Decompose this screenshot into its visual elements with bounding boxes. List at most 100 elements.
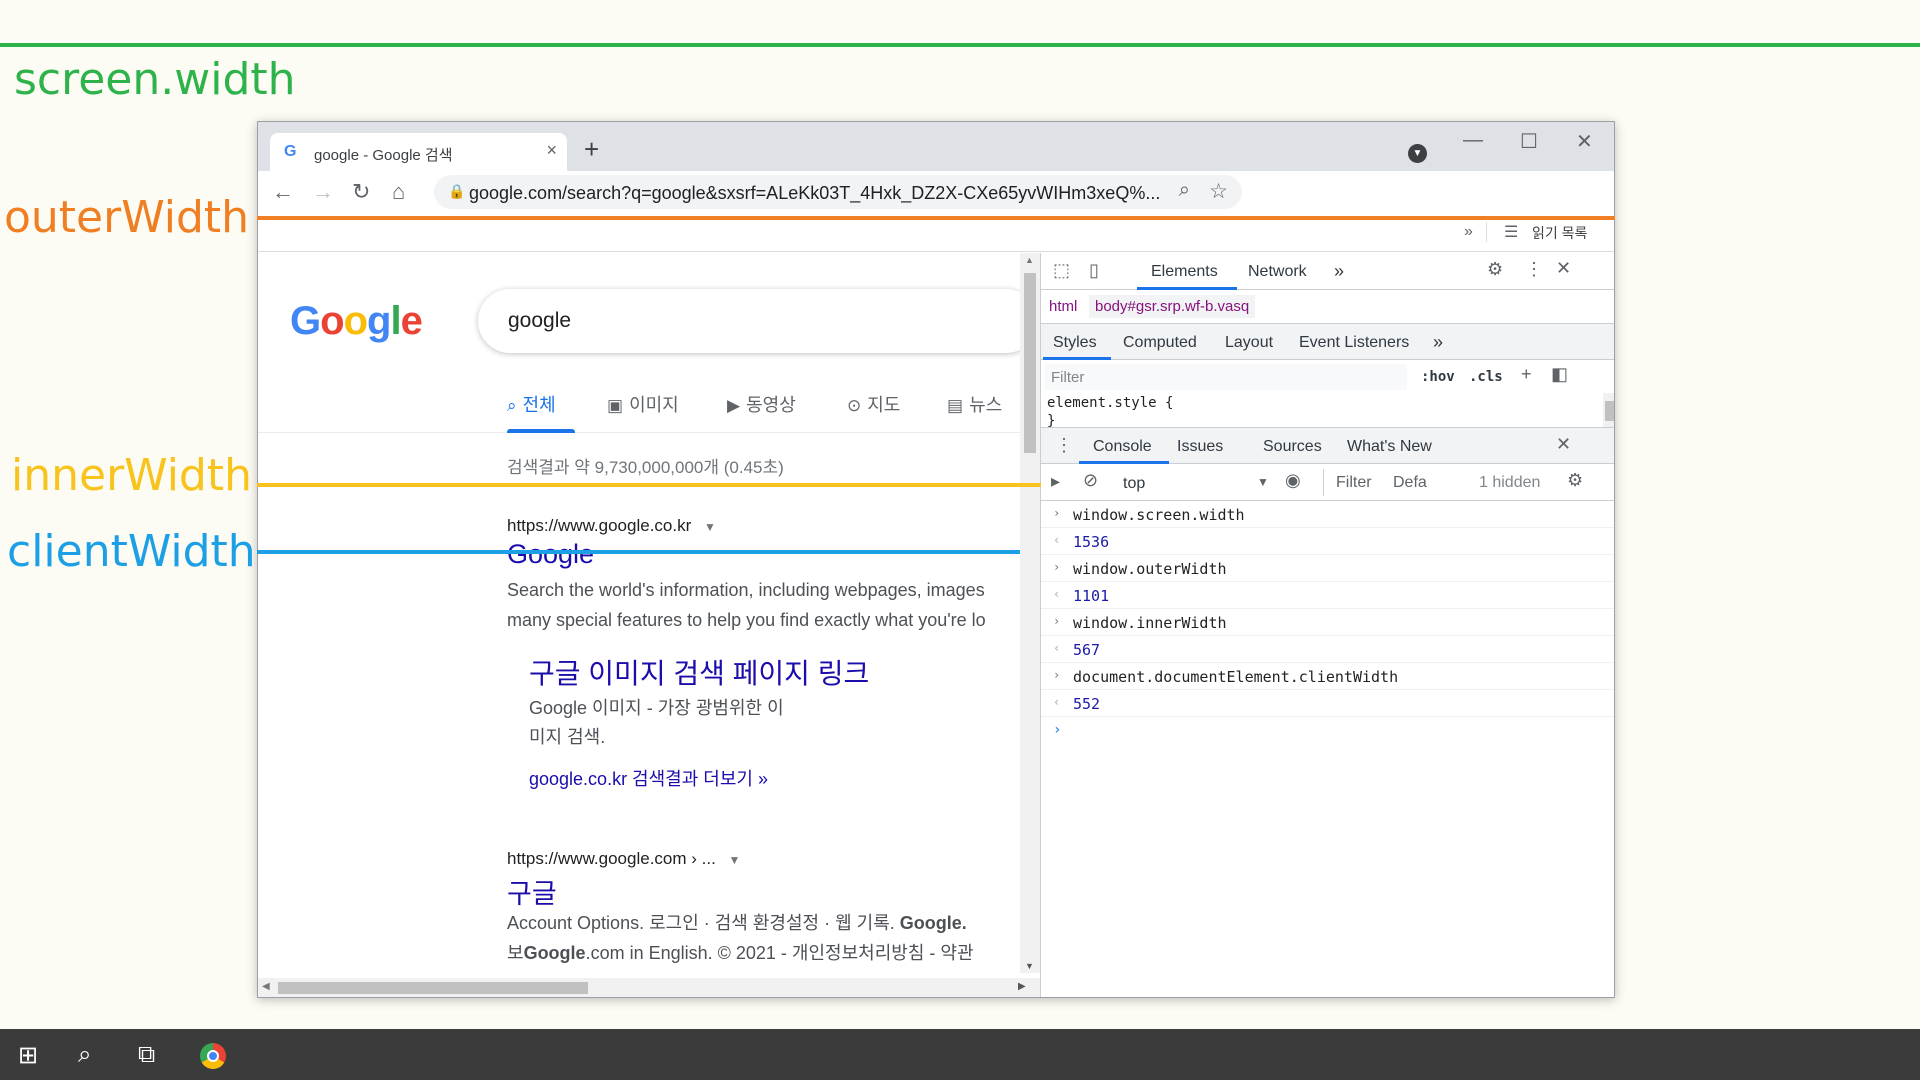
filter-placeholder: Filter [1051,369,1085,386]
screen-width-label: screen.width [14,54,296,105]
caret-down-icon[interactable]: ▼ [704,520,716,534]
result-title[interactable]: 구글 [507,872,557,911]
tab-videos[interactable]: ▶ 동영상 [727,391,796,417]
chevron-down-icon[interactable]: ▼ [1408,144,1427,163]
add-rule-icon[interactable]: + [1521,364,1532,385]
console-input-line: › window.innerWidth [1041,609,1614,636]
tab-layout[interactable]: Layout [1225,334,1273,352]
console-result-line: ‹ 1101 [1041,582,1614,609]
tab-maps[interactable]: ⊙ 지도 [847,391,900,417]
toggle-sidebar-icon[interactable]: ◧ [1551,364,1568,385]
bookmark-separator [1486,222,1487,242]
devtools-panel: ⬚ ▯ Elements Network » ⚙ ⋮ ✕ html body#g… [1040,253,1614,997]
logo-letter: G [290,299,321,343]
more-results-link[interactable]: google.co.kr 검색결과 더보기 » [529,765,768,791]
drawer-tabs: ⋮ Console Issues Sources What's New ✕ [1041,428,1614,464]
console-prompt[interactable]: › [1041,717,1614,744]
crumb-body[interactable]: body#gsr.srp.wf-b.vasq [1089,295,1256,318]
tab-label: 동영상 [746,395,796,415]
client-width-label: clientWidth [7,526,256,577]
new-tab-icon[interactable]: + [584,134,599,165]
logo-letter: l [390,299,401,343]
maximize-icon[interactable]: ☐ [1520,129,1538,154]
windows-start-icon[interactable]: ⊞ [18,1041,38,1070]
zoom-icon[interactable]: ⌕ [1179,179,1190,202]
console-text: 552 [1073,695,1101,713]
tab-console[interactable]: Console [1093,438,1152,456]
close-drawer-icon[interactable]: ✕ [1556,434,1571,455]
close-window-icon[interactable]: ✕ [1576,129,1593,154]
tab-styles[interactable]: Styles [1053,334,1097,352]
tab-news[interactable]: ▤ 뉴스 [947,391,1002,417]
tab-sources[interactable]: Sources [1263,438,1322,456]
show-sidebar-icon[interactable]: ▸ [1051,471,1060,492]
tab-issues[interactable]: Issues [1177,438,1223,456]
element-style-rule[interactable]: element.style { [1047,395,1173,411]
browser-toolbar: ← → ↻ ⌂ 🔒 google.com/search?q=google&sxs… [258,171,1614,214]
crumb-html[interactable]: html [1049,298,1077,315]
console-text: 567 [1073,641,1101,659]
close-icon[interactable]: × [546,140,557,161]
reading-list-icon[interactable]: ☰ [1504,222,1518,242]
gear-icon[interactable]: ⚙ [1487,259,1503,280]
log-levels-dropdown[interactable]: Defa [1393,474,1427,492]
console-result-line: ‹ 567 [1041,636,1614,663]
bookmarks-overflow-button[interactable]: » [1464,223,1473,241]
home-icon[interactable]: ⌂ [392,179,405,205]
scroll-thumb[interactable] [1605,401,1614,421]
styles-filter-input[interactable]: Filter [1045,364,1407,390]
close-icon[interactable]: ✕ [1556,258,1571,279]
search-query: google [508,309,572,332]
horizontal-scrollbar[interactable]: ◀ ▶ [258,978,1040,997]
tab-network[interactable]: Network [1248,263,1307,281]
logo-letter: o [343,299,368,343]
vertical-scrollbar[interactable]: ▲ ▼ [1020,253,1040,973]
context-selector[interactable]: top ▼ [1123,470,1269,496]
bookmark-star-icon[interactable]: ☆ [1209,179,1228,204]
task-view-icon[interactable]: ⧉ [138,1041,155,1069]
device-toolbar-icon[interactable]: ▯ [1089,260,1099,281]
more-tabs-button[interactable]: » [1334,261,1344,282]
sitelink-title[interactable]: 구글 이미지 검색 페이지 링크 [529,652,869,692]
search-icon[interactable]: ⌕ [78,1041,91,1069]
google-logo[interactable]: Google [290,299,423,344]
hov-button[interactable]: :hov [1421,369,1455,385]
caret-down-icon[interactable]: ▼ [729,853,741,867]
gear-icon[interactable]: ⚙ [1567,470,1583,491]
eye-icon[interactable]: ◉ [1285,470,1301,491]
reading-list-label[interactable]: 읽기 목록 [1532,223,1587,243]
minimize-icon[interactable]: — [1463,129,1483,152]
back-arrow-icon[interactable]: ← [272,179,294,205]
tab-computed[interactable]: Computed [1123,334,1197,352]
console-text: 1101 [1073,587,1110,605]
browser-tab[interactable]: G google - Google 검색 × [270,133,567,171]
tab-whats-new[interactable]: What's New [1347,438,1432,456]
result-title[interactable]: Google [507,539,594,570]
reload-icon[interactable]: ↻ [352,179,370,205]
tab-all[interactable]: ⌕ 전체 [507,391,556,417]
scroll-right-icon[interactable]: ▶ [1018,981,1026,992]
scroll-up-icon[interactable]: ▲ [1025,255,1034,265]
styles-scrollbar[interactable] [1603,393,1614,427]
tab-images[interactable]: ▣ 이미지 [607,391,679,417]
tab-event-listeners[interactable]: Event Listeners [1299,334,1409,352]
devtools-main-toolbar: ⬚ ▯ Elements Network » ⚙ ⋮ ✕ [1041,253,1614,290]
clear-console-icon[interactable]: ⊘ [1083,470,1098,491]
chrome-icon[interactable] [200,1043,226,1069]
result-url[interactable]: https://www.google.co.kr ▼ [507,516,716,536]
scroll-left-icon[interactable]: ◀ [262,981,270,992]
prompt-icon: › [1053,668,1061,682]
scroll-thumb[interactable] [278,982,588,994]
inspect-element-icon[interactable]: ⬚ [1053,260,1070,281]
result-url[interactable]: https://www.google.com › ... ▼ [507,849,740,869]
kebab-menu-icon[interactable]: ⋮ [1525,259,1543,280]
tab-elements[interactable]: Elements [1151,263,1218,281]
more-tabs-button[interactable]: » [1433,332,1443,353]
search-input[interactable]: google [478,289,1020,353]
scroll-thumb[interactable] [1024,273,1036,453]
cls-button[interactable]: .cls [1469,369,1503,385]
forward-arrow-icon[interactable]: → [312,179,334,205]
address-bar[interactable]: 🔒 google.com/search?q=google&sxsrf=ALeKk… [434,175,1242,209]
scroll-down-icon[interactable]: ▼ [1025,961,1034,971]
kebab-menu-icon[interactable]: ⋮ [1055,435,1073,456]
